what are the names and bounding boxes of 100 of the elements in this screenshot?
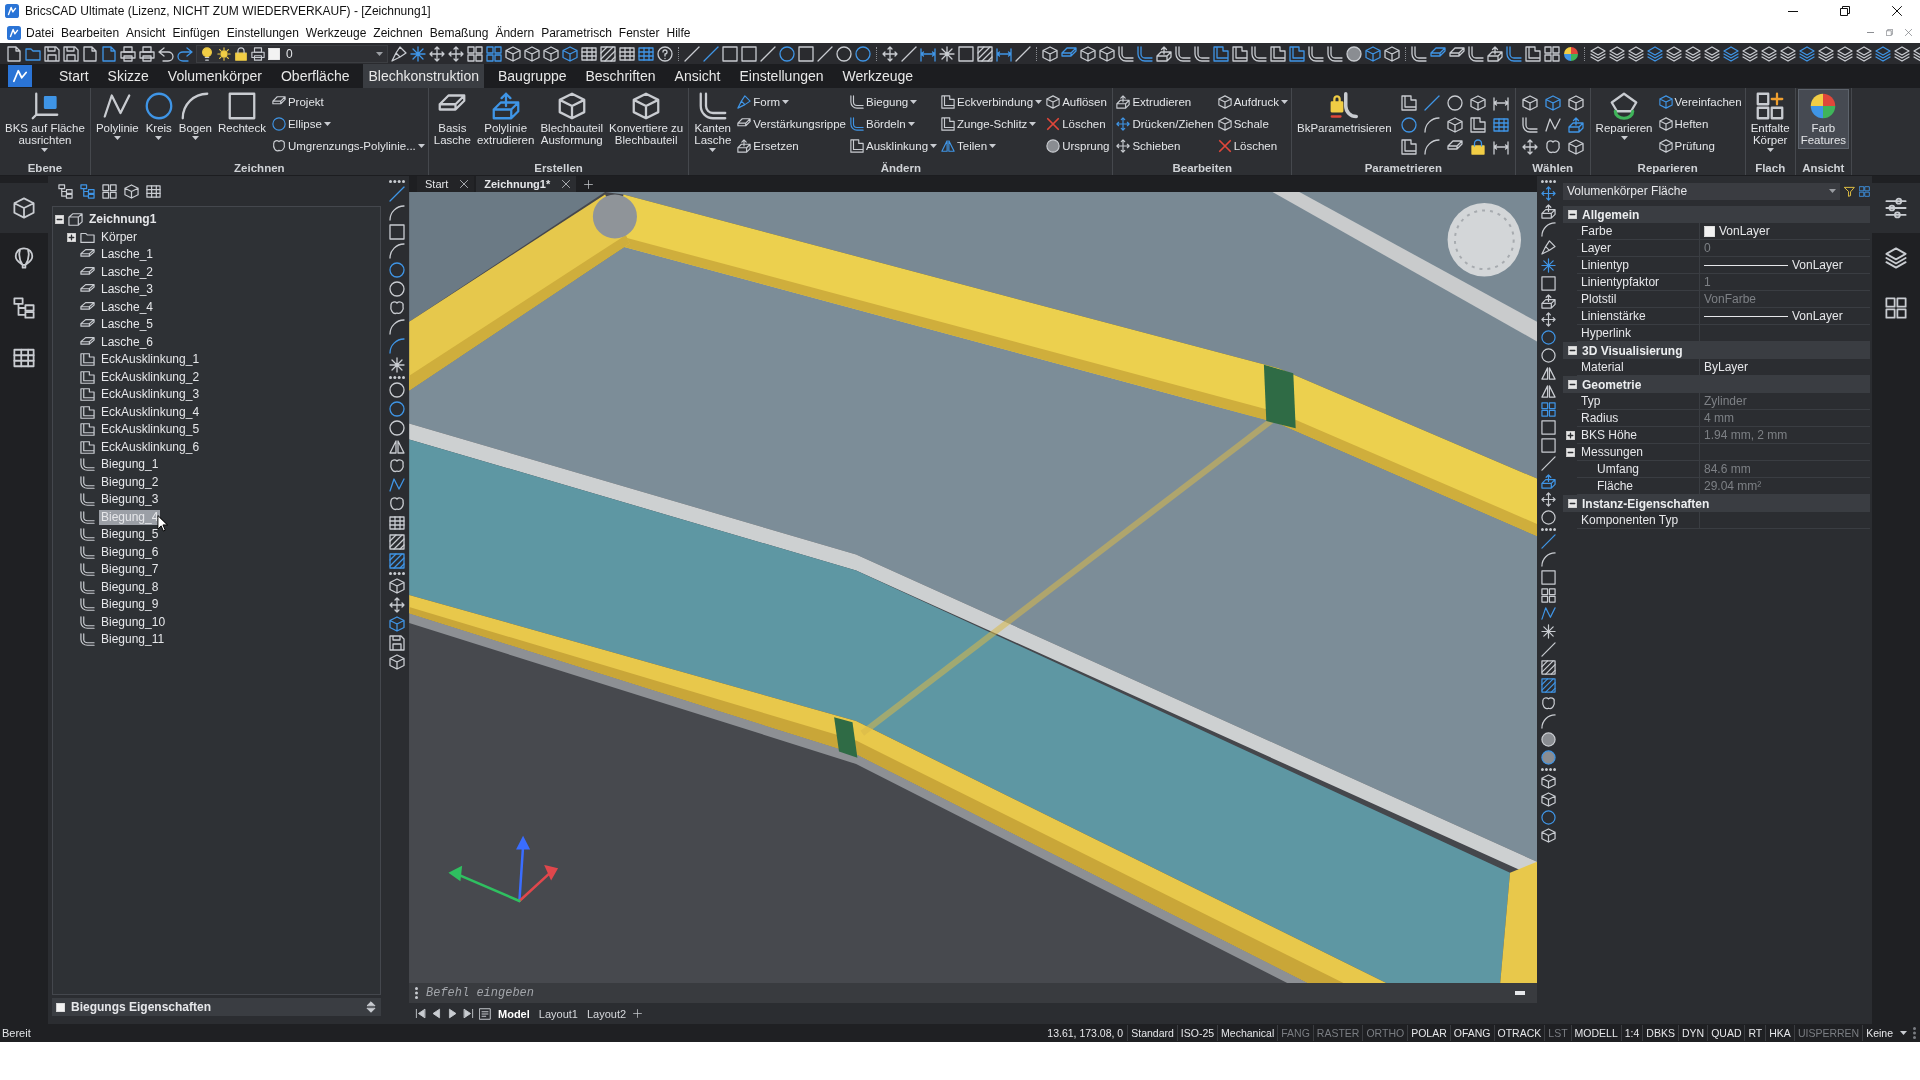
grip-icon[interactable] [1540, 180, 1556, 183]
box-arrow-icon[interactable] [1156, 45, 1172, 62]
ribbon-tab[interactable]: Start [54, 64, 94, 88]
grip-icon[interactable] [389, 572, 405, 575]
folder-icon[interactable] [25, 45, 41, 62]
ribbon-button[interactable]: Projekt [270, 92, 426, 111]
plus-icon[interactable] [584, 179, 594, 189]
curved-corner-icon[interactable] [1194, 45, 1210, 62]
cube-icon[interactable] [124, 183, 139, 199]
circle-icon[interactable] [389, 382, 405, 398]
ribbon-button[interactable]: Schieben [1115, 136, 1215, 155]
line-icon[interactable] [901, 45, 917, 62]
status-toggle[interactable]: Standard [1127, 1025, 1177, 1041]
menu-item[interactable]: Parametrisch [539, 25, 614, 40]
move-icon[interactable] [1521, 138, 1538, 155]
plus-icon[interactable] [633, 1009, 643, 1018]
ribbon-button[interactable]: Polylinie extrudieren [473, 89, 538, 149]
menu-item[interactable]: Zeichnen [371, 25, 425, 40]
move-icon[interactable] [1540, 186, 1556, 201]
cube-icon[interactable] [1540, 828, 1556, 843]
asterisk-icon[interactable] [410, 45, 426, 62]
document-tab[interactable]: Zeichnung1* [476, 176, 577, 192]
help-icon[interactable] [657, 45, 673, 62]
menu-item[interactable]: Fenster [616, 25, 662, 40]
cube-icon[interactable] [1540, 792, 1556, 807]
arc-icon[interactable] [1423, 138, 1440, 155]
layers-icon[interactable] [1742, 45, 1758, 62]
last-page-icon[interactable] [463, 1008, 474, 1019]
status-toggle[interactable]: RT [1744, 1025, 1766, 1041]
status-toggle[interactable]: POLAR [1407, 1025, 1450, 1041]
square-icon[interactable] [1540, 276, 1556, 291]
section-header[interactable]: Geometrie [1563, 376, 1870, 393]
cube-icon[interactable] [543, 45, 559, 62]
box-arrow-icon[interactable] [1567, 116, 1584, 133]
mirror-triangles-icon[interactable] [1540, 366, 1556, 381]
circle-icon[interactable] [836, 45, 852, 62]
caret-icon[interactable] [1900, 1031, 1907, 1035]
tree-item[interactable]: Biegung_6 [99, 544, 161, 560]
layer-dropdown[interactable]: 0 [196, 44, 388, 63]
sphere-icon[interactable] [1540, 750, 1556, 765]
move-icon[interactable] [882, 45, 898, 62]
tree-item[interactable]: EckAusklinkung_6 [99, 439, 202, 455]
status-toggle[interactable]: QUAD [1707, 1025, 1745, 1041]
tree-item[interactable]: Körper [99, 229, 140, 245]
ribbon-button[interactable]: Löschen [1045, 114, 1111, 133]
polyline-icon[interactable] [1540, 606, 1556, 621]
box-arrow-icon[interactable] [1540, 204, 1556, 219]
save-icon[interactable] [63, 45, 79, 62]
hatched-square-icon[interactable] [977, 45, 993, 62]
scroll-arrows-icon[interactable] [365, 1001, 377, 1013]
menu-item[interactable]: Werkzeuge [303, 25, 369, 40]
property-value[interactable]: VonLayer [1700, 308, 1870, 325]
menu-item[interactable]: Bearbeiten [59, 25, 122, 40]
previous-icon[interactable] [431, 1008, 442, 1019]
cube-icon[interactable] [389, 654, 405, 670]
ribbon-button[interactable]: Basis Lasche [430, 89, 474, 149]
ribbon-button[interactable]: Form [736, 92, 848, 111]
menu-item[interactable]: Datei [24, 25, 56, 40]
ribbon-button[interactable]: BkParametrisieren [1294, 89, 1395, 137]
layers-icon[interactable] [1780, 45, 1796, 62]
circle-icon[interactable] [1446, 94, 1463, 111]
collapse-icon[interactable] [55, 215, 64, 225]
file-icon[interactable] [6, 45, 22, 62]
curved-corner-icon[interactable] [1137, 45, 1153, 62]
asterisk-icon[interactable] [389, 357, 405, 373]
tree-item[interactable]: EckAusklinkung_2 [99, 369, 202, 385]
line-icon[interactable] [1423, 94, 1440, 111]
grip-icon[interactable] [1540, 528, 1556, 531]
status-toggle[interactable]: Mechanical [1217, 1025, 1278, 1041]
tree-item[interactable]: EckAusklinkung_1 [99, 352, 202, 368]
cube-icon[interactable] [1567, 94, 1584, 111]
ribbon-button[interactable]: BKS auf Fläche ausrichten [2, 89, 88, 155]
line-icon[interactable] [817, 45, 833, 62]
tree-item[interactable]: EckAusklinkung_3 [99, 387, 202, 403]
layers-icon[interactable] [1837, 45, 1853, 62]
tree-item[interactable]: Biegung_11 [99, 632, 167, 648]
tree-item[interactable]: Lasche_4 [99, 299, 156, 315]
ribbon-tab[interactable]: Volumenkörper [162, 64, 267, 88]
layers-icon[interactable] [1875, 45, 1891, 62]
document-tab[interactable]: Start [417, 176, 475, 192]
grip-icon[interactable] [389, 180, 405, 183]
ribbon-button[interactable]: Umgrenzungs-Polylinie... [270, 136, 426, 155]
layers-icon[interactable] [1590, 45, 1606, 62]
asterisk-icon[interactable] [1540, 258, 1556, 273]
arc-icon[interactable] [1540, 222, 1556, 237]
menu-item[interactable]: Einfügen [170, 25, 222, 40]
polyline-icon[interactable] [389, 477, 405, 493]
bracket-icon[interactable] [1213, 45, 1229, 62]
arc-icon[interactable] [389, 338, 405, 354]
bracket-icon[interactable] [1400, 138, 1417, 155]
tree-item[interactable]: Biegung_2 [99, 474, 161, 490]
ribbon-button[interactable]: Entfalte Körper [1747, 89, 1793, 155]
undo-icon[interactable] [158, 45, 174, 62]
ribbon-button[interactable]: Blechbauteil Ausformung [537, 89, 607, 149]
line-icon[interactable] [703, 45, 719, 62]
section-header[interactable]: Instanz-Eigenschaften [1563, 495, 1870, 512]
restore-icon[interactable] [1886, 29, 1893, 36]
cube-icon[interactable] [1544, 94, 1561, 111]
square-icon[interactable] [1540, 438, 1556, 453]
cube-icon[interactable] [1042, 45, 1058, 62]
